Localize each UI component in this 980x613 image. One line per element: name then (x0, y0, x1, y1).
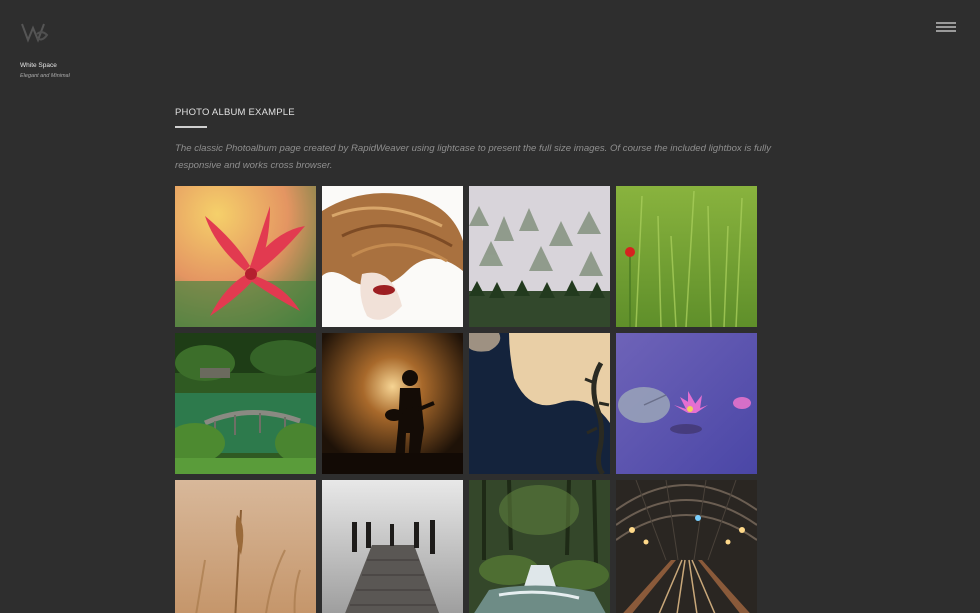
photo-thumb-japanese-garden-bridge[interactable] (175, 333, 316, 474)
hamburger-menu-icon[interactable] (936, 22, 956, 34)
photo-thumb-forest-waterfall[interactable] (469, 480, 610, 613)
site-tagline: Elegant and Minimal (20, 73, 70, 79)
photo-thumb-water-lily[interactable] (616, 333, 757, 474)
photo-thumb-snowy-forest[interactable] (469, 186, 610, 327)
photo-thumb-train-station[interactable] (616, 480, 757, 613)
ws-monogram-icon (21, 23, 49, 43)
intro-paragraph: The classic Photoalbum page created by R… (175, 143, 772, 171)
site-logo[interactable] (20, 20, 50, 46)
site-title[interactable]: White Space (20, 62, 57, 69)
photo-thumb-guitarist-silhouette[interactable] (322, 333, 463, 474)
photo-thumb-lizard-reflection[interactable] (469, 333, 610, 474)
photo-thumb-hair-portrait[interactable] (322, 186, 463, 327)
photo-thumb-green-wheat-poppy[interactable] (616, 186, 757, 327)
page-title: PHOTO ALBUM EXAMPLE (175, 107, 295, 118)
photo-thumb-golden-wheat[interactable] (175, 480, 316, 613)
photo-thumb-pier-in-fog[interactable] (322, 480, 463, 613)
title-underline (175, 126, 207, 128)
photo-grid (175, 186, 757, 613)
photo-thumb-red-flower[interactable] (175, 186, 316, 327)
